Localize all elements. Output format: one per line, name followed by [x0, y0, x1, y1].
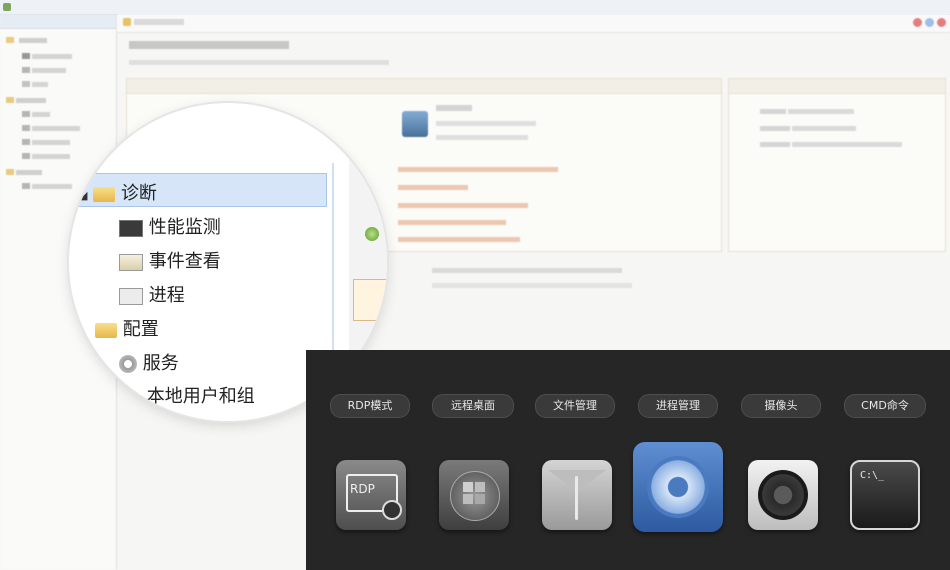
status-panel [728, 78, 946, 252]
computer-icon [402, 111, 428, 137]
tree-node-local-users-groups[interactable]: 本地用户和组 [119, 382, 255, 408]
camera-button[interactable]: 摄像头 [741, 394, 821, 418]
event-icon [22, 67, 30, 73]
process-icon [22, 81, 30, 87]
folder-icon [95, 322, 117, 338]
event-viewer-icon [119, 253, 143, 271]
folder-icon [93, 186, 116, 202]
camera-icon[interactable] [748, 460, 818, 530]
sidebar-item[interactable] [6, 36, 47, 45]
folder-icon [6, 169, 14, 175]
services-gear-icon [119, 355, 137, 373]
remote-desktop-button[interactable]: 远程桌面 [432, 394, 514, 418]
rdp-icon[interactable]: RDP [336, 460, 406, 530]
sidebar-header [0, 14, 116, 29]
tree-node-process[interactable]: 进程 [119, 281, 185, 307]
cmd-command-button[interactable]: CMD命令 [844, 394, 926, 418]
footer-line [432, 282, 632, 290]
tree-node-services[interactable]: 服务 [119, 349, 179, 375]
rdp-mode-button[interactable]: RDP模式 [330, 394, 410, 418]
sidebar-item[interactable] [22, 110, 50, 119]
panel-title [729, 79, 945, 94]
users-icon [119, 390, 141, 405]
page-subline [129, 58, 389, 66]
remote-control-toolbar: RDP模式 远程桌面 文件管理 进程管理 摄像头 CMD命令 RDP C:\_ [306, 350, 950, 570]
device-name [436, 104, 472, 113]
action-link[interactable] [398, 166, 558, 174]
list-icon [22, 153, 30, 159]
service-icon [22, 111, 30, 117]
restore-icon[interactable] [925, 18, 934, 27]
expand-arrow-icon: ◢ [79, 189, 88, 202]
sidebar-item[interactable] [6, 168, 42, 177]
close-icon[interactable] [913, 18, 922, 27]
sidebar-item[interactable] [22, 80, 48, 89]
tree-node-config[interactable]: 配置 [95, 315, 159, 341]
sidebar-item[interactable] [22, 52, 72, 61]
folder-icon [6, 37, 14, 43]
users-icon [22, 125, 30, 131]
sidebar-item[interactable] [22, 66, 66, 75]
process-icon [119, 287, 143, 305]
window-title-bar [0, 0, 950, 15]
tree-node-performance-monitor[interactable]: 性能监测 [119, 213, 221, 239]
folder-icon [6, 97, 14, 103]
action-link[interactable] [398, 184, 468, 192]
process-manager-button[interactable]: 进程管理 [638, 394, 718, 418]
settings-icon [22, 139, 30, 145]
tab-bar [117, 14, 950, 33]
app-icon [3, 3, 11, 11]
sidebar-item[interactable] [6, 96, 46, 105]
tab-overview[interactable] [123, 17, 184, 26]
windows-icon[interactable] [439, 460, 509, 530]
terminal-icon[interactable]: C:\_ [850, 460, 920, 530]
status-dot-icon [365, 227, 379, 241]
gear-icon[interactable] [633, 442, 723, 532]
action-link[interactable] [398, 219, 506, 227]
sidebar-item[interactable] [22, 152, 70, 161]
footer-line [432, 267, 622, 275]
storage-icon [22, 183, 30, 189]
tree-node-event-viewer[interactable]: 事件查看 [119, 247, 221, 273]
sidebar-item[interactable] [22, 182, 72, 191]
tree-node-diagnose[interactable]: ◢ 诊断 [79, 179, 157, 205]
sidebar-item[interactable] [22, 138, 70, 147]
file-manager-button[interactable]: 文件管理 [535, 394, 615, 418]
action-link[interactable] [398, 202, 528, 210]
file-envelope-icon[interactable] [542, 460, 612, 530]
sidebar-item[interactable] [22, 124, 80, 133]
panel-title [127, 79, 721, 94]
performance-monitor-icon [119, 219, 143, 237]
home-icon [123, 17, 131, 26]
close-all-icon[interactable] [937, 18, 946, 27]
monitor-icon [22, 53, 30, 59]
action-link[interactable] [398, 236, 520, 244]
page-headline [129, 40, 289, 51]
